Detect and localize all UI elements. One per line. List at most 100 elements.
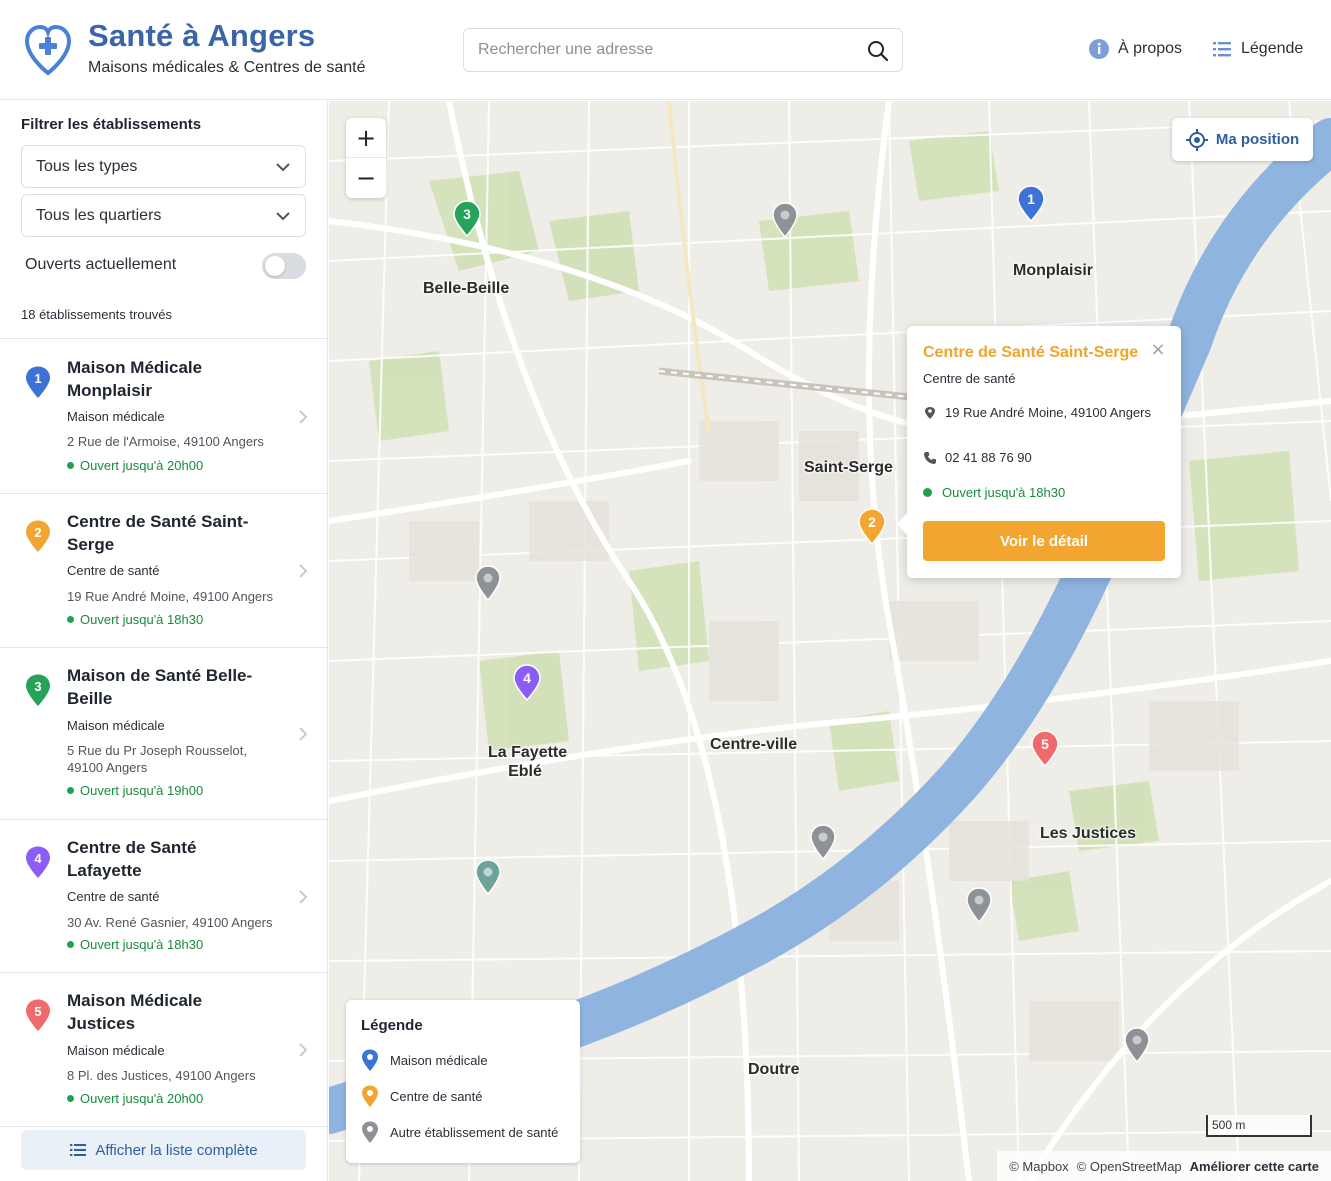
place-label-la-fayette: La Fayette Eblé bbox=[488, 743, 567, 781]
map-marker-3[interactable]: 3 bbox=[452, 199, 482, 237]
my-position-label: Ma position bbox=[1215, 131, 1300, 148]
view-detail-button[interactable]: Voir le détail bbox=[923, 521, 1165, 561]
place-label-saint-serge: Saint-Serge bbox=[804, 459, 893, 476]
list-item[interactable]: 2 Centre de Santé Saint-Serge Centre de … bbox=[0, 493, 328, 647]
legend-item: Autre établissement de santé bbox=[360, 1120, 558, 1144]
list-item[interactable]: 4 Centre de Santé Lafayette Centre de sa… bbox=[0, 819, 328, 972]
place-label-belle-beille: Belle-Beille bbox=[423, 280, 510, 297]
map-marker-5[interactable]: 5 bbox=[1030, 729, 1060, 767]
chevron-right-icon bbox=[299, 890, 308, 904]
item-status: Ouvert jusqu'à 20h00 bbox=[67, 458, 203, 473]
item-address: 2 Rue de l'Armoise, 49100 Angers bbox=[67, 434, 264, 449]
item-name: Centre de Santé Lafayette bbox=[67, 838, 197, 880]
pin-number: 4 bbox=[34, 851, 42, 866]
popup-status: Ouvert jusqu'à 18h30 bbox=[942, 485, 1066, 500]
item-name: Maison de Santé Belle-Beille bbox=[67, 666, 253, 708]
place-label-eble: Eblé bbox=[508, 763, 542, 780]
popup-phone-row[interactable]: 02 41 88 76 90 bbox=[923, 450, 1032, 465]
legend-item-label: Autre établissement de santé bbox=[390, 1124, 559, 1140]
zoom-in-button[interactable]: + bbox=[346, 118, 386, 158]
item-address: 8 Pl. des Justices, 49100 Angers bbox=[67, 1068, 256, 1083]
search-box[interactable] bbox=[463, 28, 903, 72]
status-dot bbox=[67, 616, 74, 623]
chevron-down-icon bbox=[276, 212, 290, 221]
map-marker-other[interactable] bbox=[964, 885, 994, 923]
heart-plus-logo-icon[interactable] bbox=[24, 24, 72, 76]
info-icon bbox=[1089, 39, 1109, 59]
list-item[interactable]: 1 Maison Médicale Monplaisir Maison médi… bbox=[0, 338, 328, 493]
scale-label: 500 m bbox=[1212, 1118, 1246, 1132]
item-type: Maison médicale bbox=[67, 718, 165, 733]
locate-icon bbox=[1185, 128, 1208, 151]
pin-number: 5 bbox=[1041, 736, 1049, 752]
popup-type: Centre de santé bbox=[923, 371, 1016, 386]
item-status: Ouvert jusqu'à 18h30 bbox=[67, 937, 203, 952]
popup-status-row: Ouvert jusqu'à 18h30 bbox=[923, 485, 1065, 500]
popup-phone[interactable]: 02 41 88 76 90 bbox=[945, 450, 1032, 465]
sidebar: Filtrer les établissements Tous les type… bbox=[0, 101, 328, 1181]
place-label-la-fayette-line1: La Fayette bbox=[488, 744, 568, 761]
app-title: Santé à Angers bbox=[88, 18, 316, 53]
map-marker-other[interactable] bbox=[473, 857, 503, 895]
full-list-button[interactable]: Afficher la liste complète bbox=[21, 1130, 306, 1170]
map-marker-1[interactable]: 1 bbox=[1016, 184, 1046, 222]
zoom-out-button[interactable]: − bbox=[346, 158, 386, 198]
item-status-text: Ouvert jusqu'à 19h00 bbox=[80, 783, 204, 798]
item-address: 30 Av. René Gasnier, 49100 Angers bbox=[67, 915, 273, 930]
item-name: Maison Médicale Monplaisir bbox=[67, 358, 203, 400]
open-now-filter: Ouverts actuellement bbox=[25, 253, 306, 281]
toggle-knob bbox=[265, 256, 285, 276]
popup-tail bbox=[897, 512, 908, 536]
legend-item: Centre de santé bbox=[360, 1084, 483, 1108]
item-type: Centre de santé bbox=[67, 563, 160, 578]
legend-label: Légende bbox=[1241, 40, 1304, 57]
improve-map-link[interactable]: Améliorer cette carte bbox=[1190, 1159, 1319, 1174]
list-item[interactable]: 3 Maison de Santé Belle-Beille Maison mé… bbox=[0, 647, 328, 819]
pin-number: 4 bbox=[523, 670, 531, 686]
item-status: Ouvert jusqu'à 19h00 bbox=[67, 783, 203, 798]
item-address: 5 Rue du Pr Joseph Rousselot, 49100 Ange… bbox=[67, 743, 247, 775]
map-marker-4[interactable]: 4 bbox=[512, 663, 542, 701]
osm-link[interactable]: © OpenStreetMap bbox=[1077, 1159, 1182, 1174]
item-type: Centre de santé bbox=[67, 889, 160, 904]
search-icon[interactable] bbox=[866, 39, 890, 63]
district-select[interactable]: Tous les quartiers bbox=[21, 194, 306, 237]
map-marker-other[interactable] bbox=[473, 563, 503, 601]
pin-number: 3 bbox=[34, 679, 41, 694]
legend-title: Légende bbox=[361, 1017, 423, 1034]
map-marker-other[interactable] bbox=[1122, 1025, 1152, 1063]
map-view[interactable]: Belle-Beille Monplaisir Saint-Serge Cent… bbox=[329, 101, 1331, 1181]
type-select-value: Tous les types bbox=[36, 158, 138, 175]
map-legend: Légende Maison médicale Centre de santé … bbox=[346, 1000, 580, 1163]
about-link[interactable]: À propos bbox=[1088, 38, 1182, 60]
mapbox-link[interactable]: © Mapbox bbox=[1009, 1159, 1068, 1174]
filter-title: Filtrer les établissements bbox=[21, 116, 202, 133]
close-icon[interactable]: × bbox=[1147, 338, 1169, 360]
my-position-button[interactable]: Ma position bbox=[1172, 118, 1313, 161]
district-select-value: Tous les quartiers bbox=[36, 207, 162, 224]
list-icon bbox=[70, 1144, 87, 1156]
map-marker-other[interactable] bbox=[808, 822, 838, 860]
popup-address-row: 19 Rue André Moine, 49100 Angers bbox=[923, 405, 1151, 420]
open-now-label: Ouverts actuellement bbox=[25, 256, 177, 273]
legend-link[interactable]: Légende bbox=[1211, 38, 1303, 60]
search-input[interactable] bbox=[478, 39, 858, 61]
place-label-les-justices: Les Justices bbox=[1040, 825, 1137, 842]
list-divider bbox=[0, 1126, 328, 1127]
item-status-text: Ouvert jusqu'à 18h30 bbox=[80, 937, 204, 952]
map-scale: 500 m bbox=[1206, 1115, 1312, 1137]
item-address: 19 Rue André Moine, 49100 Angers bbox=[67, 589, 273, 604]
open-now-toggle[interactable] bbox=[262, 253, 306, 279]
item-type: Maison médicale bbox=[67, 1043, 165, 1058]
pin-number: 1 bbox=[1027, 191, 1035, 207]
pin-icon: 1 bbox=[26, 366, 50, 398]
place-label-doutre: Doutre bbox=[748, 1061, 800, 1078]
pin-icon: 2 bbox=[26, 520, 50, 552]
type-select[interactable]: Tous les types bbox=[21, 145, 306, 188]
item-name: Maison Médicale Justices bbox=[67, 991, 203, 1033]
chevron-right-icon bbox=[299, 1043, 308, 1057]
list-item[interactable]: 5 Maison Médicale Justices Maison médica… bbox=[0, 972, 328, 1126]
legend-item: Maison médicale bbox=[360, 1048, 488, 1072]
map-marker-other[interactable] bbox=[770, 200, 800, 238]
map-marker-2[interactable]: 2 bbox=[857, 507, 887, 545]
